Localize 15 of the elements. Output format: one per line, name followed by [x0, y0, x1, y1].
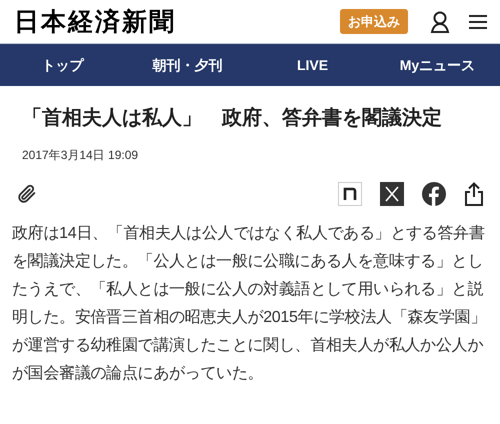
facebook-icon[interactable] [422, 182, 446, 206]
menu-icon[interactable] [468, 14, 488, 30]
nav-link[interactable]: LIVE [296, 54, 328, 76]
x-icon[interactable] [380, 182, 404, 206]
nav-link[interactable]: トップ [42, 54, 84, 76]
user-icon[interactable] [430, 10, 450, 32]
article-title: 「首相夫人は私人」 政府、答弁書を閣議決定 [22, 106, 443, 131]
share-icon[interactable] [464, 182, 484, 206]
logo[interactable]: 日本経済新聞 [14, 2, 176, 40]
article-body: 政府は14日、「首相夫人は公人ではなく私人である」とする答弁書を閣議決定した。「公人とは一般に公職にある人を意味する」としたうえで、「私人とは一般に公人の対義語として用いられる」と説明した。安倍晋三首相の昭恵夫人が2015年に学校法人「森友学園」が運営する幼稚園で講演したことに関し、首相夫人が私人か公人かが国会審議の論点にあがっていた。 [11, 224, 487, 384]
paperclip-icon[interactable] [16, 183, 38, 205]
article-date: 2017年3月14日 19:09 [22, 147, 140, 164]
note-icon[interactable] [338, 182, 362, 206]
nav-link[interactable]: 朝刊・夕刊 [152, 54, 222, 76]
nav-link[interactable]: Myニュース [400, 54, 476, 76]
